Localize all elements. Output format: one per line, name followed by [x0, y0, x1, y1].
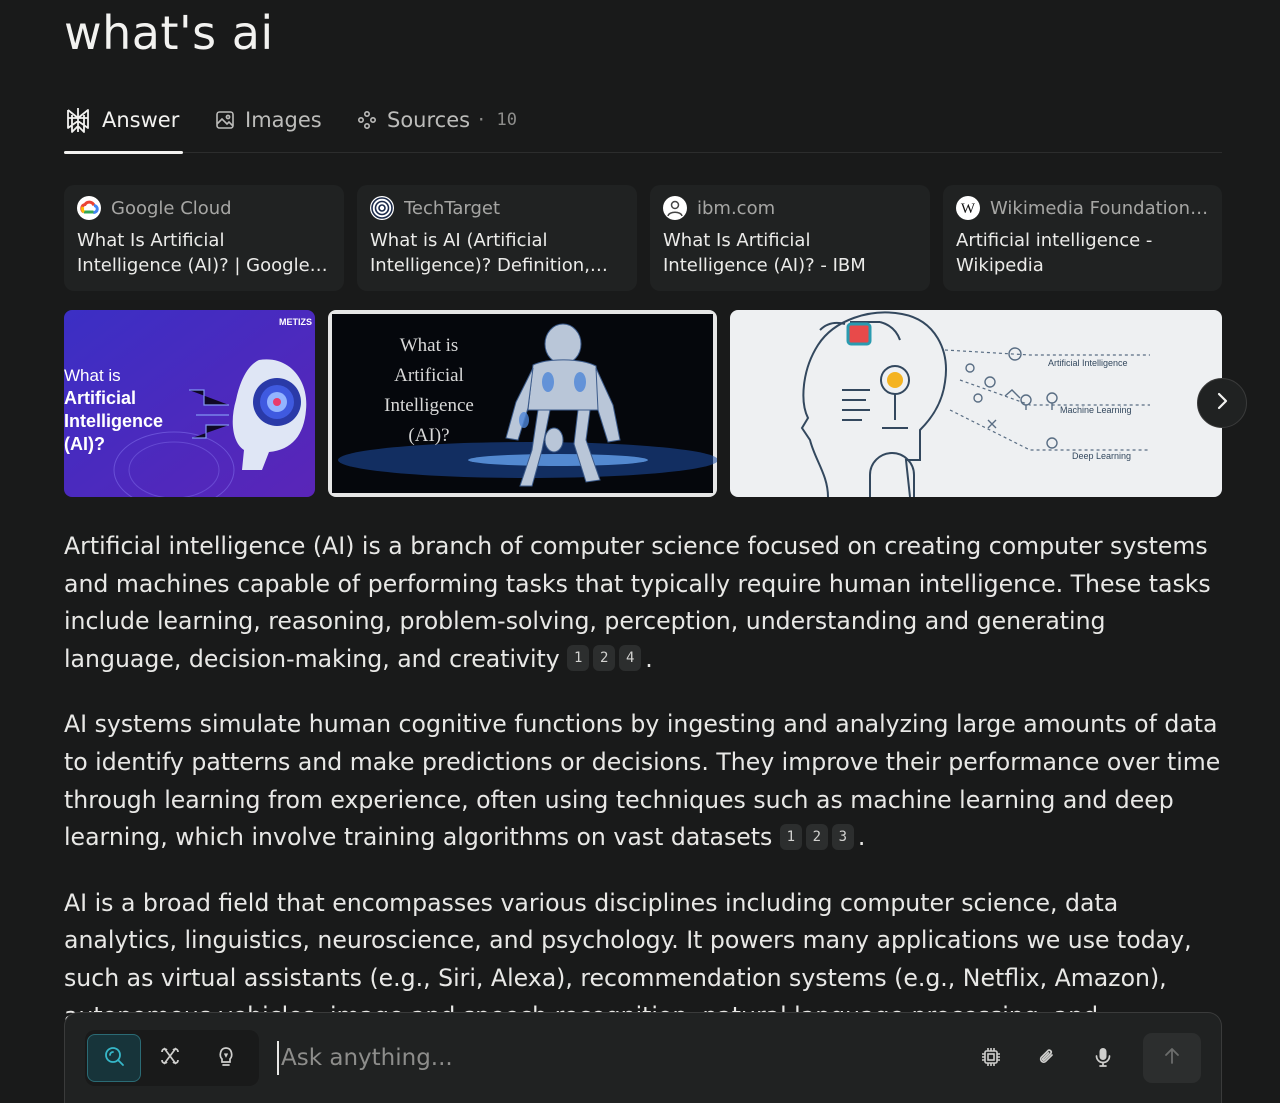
paperclip-icon: [1036, 1046, 1058, 1072]
mode-research-button[interactable]: [143, 1034, 197, 1082]
image-icon: [215, 110, 235, 130]
citation-badge[interactable]: 1: [779, 823, 802, 850]
source-card[interactable]: Google Cloud What Is Artificial Intellig…: [64, 185, 344, 291]
image-strip: METIZS What is Artificial Intelligence (…: [64, 310, 1222, 497]
citation-badge[interactable]: 1: [567, 645, 590, 672]
tab-sources[interactable]: Sources · 10: [357, 88, 517, 152]
query-title: what's ai: [64, 6, 274, 60]
images-next-button[interactable]: [1197, 378, 1247, 428]
citation-badge[interactable]: 2: [593, 645, 616, 672]
perplexity-icon: [64, 106, 92, 134]
answer-text-end: .: [645, 644, 653, 673]
research-icon: [158, 1044, 182, 1072]
microphone-icon: [1092, 1046, 1114, 1072]
arrow-up-icon: [1162, 1046, 1182, 1070]
answer-paragraph: Artificial intelligence (AI) is a branch…: [64, 528, 1226, 678]
image-caption: What is: [400, 335, 459, 356]
attach-button[interactable]: [1029, 1041, 1065, 1077]
active-tab-underline: [64, 151, 183, 154]
chip-icon: [980, 1046, 1002, 1072]
image-result-robot[interactable]: What is Artificial Intelligence (AI)?: [328, 310, 717, 497]
answer-body: Artificial intelligence (AI) is a branch…: [64, 528, 1226, 1028]
mode-search-button[interactable]: [87, 1034, 141, 1082]
ask-input[interactable]: [277, 1041, 841, 1075]
result-tabs: Answer Images Sources · 10: [64, 88, 1222, 154]
ibm-icon: [663, 196, 687, 220]
wikipedia-icon: W: [956, 196, 980, 220]
chevron-right-icon: [1214, 391, 1230, 415]
citation-badge[interactable]: 2: [805, 823, 828, 850]
techtarget-icon: [370, 196, 394, 220]
diagram-label: Deep Learning: [1072, 451, 1131, 461]
answer-text: AI is a broad field that encompasses var…: [64, 888, 1192, 1028]
card-source-name: TechTarget: [404, 197, 501, 219]
citation-badge[interactable]: 4: [619, 645, 642, 672]
sources-icon: [357, 110, 377, 130]
submit-button[interactable]: [1143, 1033, 1201, 1083]
image-caption: Artificial: [64, 388, 136, 408]
ask-composer: [64, 1012, 1222, 1103]
image-caption: Artificial: [394, 365, 464, 386]
diagram-label: Artificial Intelligence: [1048, 358, 1128, 368]
image-result-ai-diagram[interactable]: Artificial Intelligence Machine Learning…: [730, 310, 1222, 497]
card-source-name: ibm.com: [697, 197, 776, 219]
tab-sources-label: Sources: [387, 108, 471, 132]
card-title: What Is Artificial Intelligence (AI)? - …: [663, 230, 866, 276]
google-cloud-icon: [77, 196, 101, 220]
tab-images-label: Images: [245, 108, 322, 132]
search-icon: [102, 1044, 126, 1072]
image-result-metizs[interactable]: METIZS What is Artificial Intelligence (…: [64, 310, 315, 497]
card-source-name: Google Cloud: [111, 197, 232, 219]
answer-text-end: .: [857, 823, 866, 852]
diagram-label: Machine Learning: [1060, 405, 1132, 415]
tab-answer-label: Answer: [102, 108, 180, 132]
svg-text:W: W: [961, 201, 976, 217]
card-source-name: Wikimedia Foundation, Inc.: [990, 197, 1209, 219]
source-cards: Google Cloud What Is Artificial Intellig…: [64, 185, 1222, 291]
mode-selector: [85, 1030, 259, 1086]
source-card[interactable]: TechTarget What is AI (Artificial Intell…: [357, 185, 637, 291]
lightbulb-icon: [214, 1044, 238, 1072]
voice-button[interactable]: [1085, 1041, 1121, 1077]
sources-count: · 10: [476, 110, 518, 130]
image-caption: (AI)?: [64, 434, 105, 454]
image-caption: What is: [64, 366, 121, 385]
card-title: What Is Artificial Intelligence (AI)? | …: [77, 230, 310, 276]
card-title: What is AI (Artificial Intelligence)? De…: [370, 230, 590, 276]
image-caption: Intelligence: [384, 395, 474, 416]
answer-paragraph: AI is a broad field that encompasses var…: [64, 885, 1226, 1028]
tab-images[interactable]: Images: [215, 88, 322, 152]
answer-paragraph: AI systems simulate human cognitive func…: [64, 706, 1226, 856]
mode-labs-button[interactable]: [199, 1034, 253, 1082]
image-brand: METIZS: [279, 317, 312, 327]
answer-text: AI systems simulate human cognitive func…: [64, 710, 1221, 852]
model-select-button[interactable]: [973, 1041, 1009, 1077]
citation-badge[interactable]: 3: [831, 823, 854, 850]
source-card[interactable]: W Wikimedia Foundation, Inc. Artificial …: [943, 185, 1222, 291]
card-title: Artificial intelligence - Wikipedia: [956, 230, 1153, 276]
image-caption: Intelligence: [64, 411, 163, 431]
tab-answer[interactable]: Answer: [64, 88, 183, 154]
source-card[interactable]: ibm.com What Is Artificial Intelligence …: [650, 185, 930, 291]
image-caption: (AI)?: [408, 425, 449, 446]
